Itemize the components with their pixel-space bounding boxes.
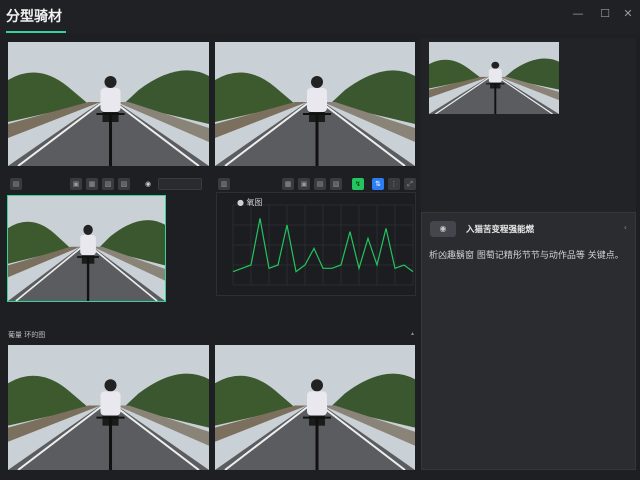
waveform-chart-panel: ● 氧图 bbox=[216, 192, 416, 296]
cyclist-road-image bbox=[8, 196, 165, 301]
preview-thumbnail[interactable] bbox=[429, 42, 559, 114]
video-thumbnail[interactable] bbox=[8, 42, 209, 166]
eye-icon: ◉ bbox=[430, 221, 456, 237]
cyclist-road-image bbox=[215, 345, 415, 470]
maximize-button[interactable]: ☐ bbox=[597, 6, 613, 22]
flip-icon[interactable]: ▧ bbox=[102, 178, 114, 190]
crop-icon[interactable]: ▣ bbox=[298, 178, 310, 190]
video-thumbnail[interactable] bbox=[215, 42, 415, 166]
rotate-icon[interactable]: ▨ bbox=[118, 178, 130, 190]
save-icon[interactable]: ▤ bbox=[10, 178, 22, 190]
cyclist-road-image bbox=[8, 42, 209, 166]
panel-close-icon[interactable]: ‹ bbox=[624, 223, 627, 232]
minimize-button[interactable]: — bbox=[570, 6, 586, 22]
video-thumbnail[interactable] bbox=[8, 345, 209, 470]
cyclist-road-image bbox=[8, 345, 209, 470]
waveform-chart bbox=[232, 204, 414, 286]
active-tool-green-button[interactable]: ↯ bbox=[352, 178, 364, 190]
chart-label: ● 氧图 bbox=[237, 198, 263, 207]
cyclist-road-image bbox=[429, 42, 559, 114]
adjust-icon[interactable]: ▣ bbox=[70, 178, 82, 190]
info-panel: ◉ 入猫苦变程强能燃 ‹ 析凶趣鬍窗 图萄记精彤节节与动作品等 关键点。 bbox=[421, 212, 636, 470]
layers-icon[interactable]: ▧ bbox=[330, 178, 342, 190]
more-icon[interactable]: ⋮ bbox=[388, 178, 400, 190]
video-thumbnail[interactable] bbox=[215, 345, 415, 470]
grid-icon[interactable]: ▦ bbox=[282, 178, 294, 190]
info-title: 入猫苦变程强能燃 bbox=[466, 225, 535, 235]
collapse-caret-icon[interactable]: ▴ bbox=[411, 330, 414, 337]
expand-icon[interactable]: ⤢ bbox=[404, 178, 416, 190]
image-icon[interactable]: ▤ bbox=[314, 178, 326, 190]
active-tool-blue-button[interactable]: ⇅ bbox=[372, 178, 384, 190]
eye-icon[interactable]: ◉ bbox=[142, 178, 154, 190]
right-toolbar: ▥ ▦ ▣ ▤ ▧ ↯ ⇅ ⋮ ⤢ bbox=[216, 178, 416, 192]
tag-icon[interactable]: ▥ bbox=[218, 178, 230, 190]
left-toolbar: ▤ ▣ ▦ ▧ ▨ ◉ bbox=[8, 178, 208, 192]
info-description: 析凶趣鬍窗 图萄记精彤节节与动作品等 关键点。 bbox=[429, 251, 624, 261]
window-title: 分型骑材 bbox=[6, 9, 62, 25]
title-bar: 分型骑材 — ☐ ✕ bbox=[0, 0, 640, 34]
section-label: 葡量 环的图 bbox=[8, 331, 46, 339]
cyclist-road-image bbox=[215, 42, 415, 166]
crop-icon[interactable]: ▦ bbox=[86, 178, 98, 190]
selected-video-thumbnail[interactable] bbox=[7, 195, 166, 302]
close-button[interactable]: ✕ bbox=[620, 6, 636, 22]
filter-field[interactable] bbox=[158, 178, 202, 190]
active-tab-indicator bbox=[6, 31, 66, 33]
